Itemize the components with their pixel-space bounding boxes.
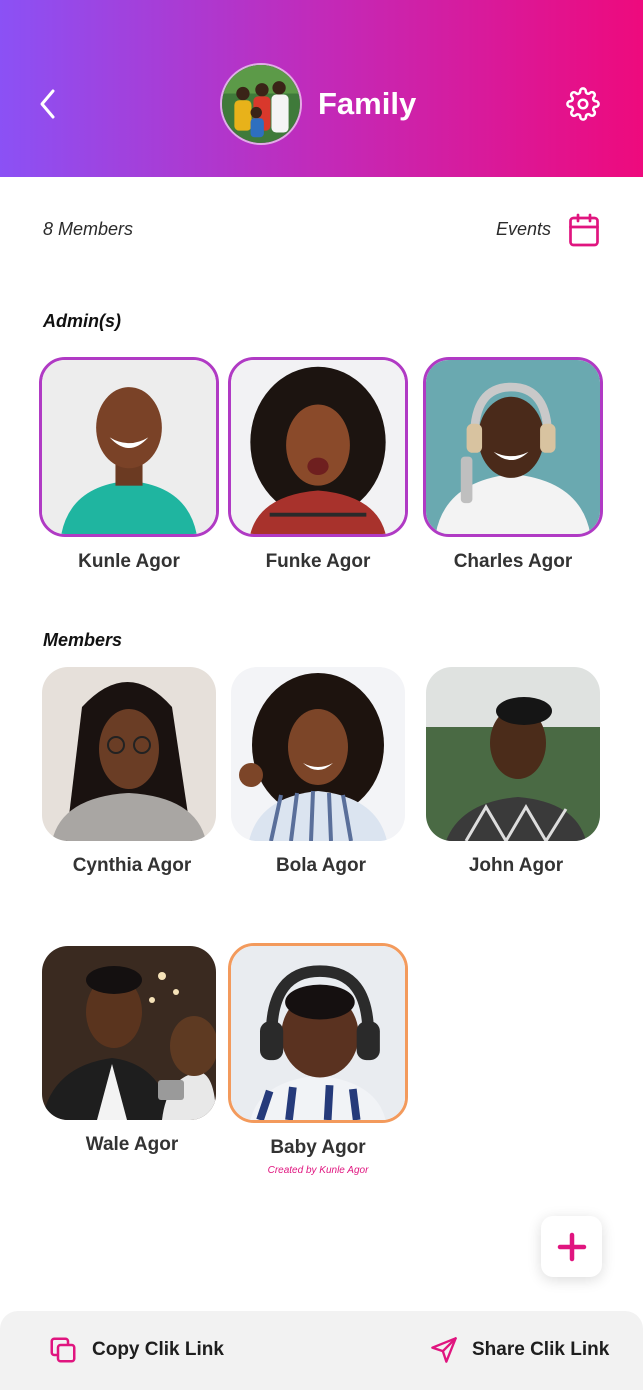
member-photo [228, 357, 408, 537]
member-name: Wale Agor [85, 1134, 179, 1155]
copy-link-label: Copy Clik Link [92, 1339, 224, 1360]
member-card-wale[interactable]: Wale Agor [42, 946, 222, 1156]
members-count: 8 Members [43, 219, 134, 239]
member-name: Funke Agor [265, 551, 371, 572]
member-photo [426, 667, 600, 841]
admin-card-kunle[interactable]: Kunle Agor [39, 357, 219, 573]
created-by-note: Created by Kunle Agor [267, 1165, 369, 1176]
calendar-icon [569, 213, 599, 247]
admin-card-funke[interactable]: Funke Agor [228, 357, 408, 573]
member-card-cynthia[interactable]: Cynthia Agor [42, 667, 222, 877]
member-name: Kunle Agor [78, 551, 180, 572]
share-link-label: Share Clik Link [472, 1339, 610, 1360]
events-button[interactable] [566, 212, 602, 248]
plus-icon [557, 1232, 586, 1261]
send-icon [431, 1337, 457, 1363]
settings-button[interactable] [562, 83, 604, 125]
admins-section-label: Admin(s) [43, 311, 121, 331]
member-photo [231, 667, 405, 841]
copy-link-button[interactable]: Copy Clik Link [48, 1335, 224, 1365]
back-button[interactable] [30, 84, 66, 124]
member-photo [423, 357, 603, 537]
copy-icon [50, 1337, 76, 1363]
add-member-button[interactable] [541, 1216, 602, 1277]
member-name: John Agor [468, 855, 564, 876]
header-bar: Family [0, 0, 643, 177]
member-name: Charles Agor [453, 551, 573, 572]
member-photo [39, 357, 219, 537]
members-section-label: Members [43, 630, 123, 650]
share-link-button[interactable]: Share Clik Link [430, 1335, 609, 1365]
member-photo [228, 943, 408, 1123]
member-card-bola[interactable]: Bola Agor [231, 667, 411, 877]
events-link[interactable]: Events [496, 219, 551, 240]
member-card-baby[interactable]: Baby Agor Created by Kunle Agor [228, 943, 408, 1176]
member-card-john[interactable]: John Agor [426, 667, 606, 877]
group-avatar[interactable] [220, 63, 302, 145]
member-name: Bola Agor [275, 855, 367, 876]
member-name: Baby Agor [270, 1137, 366, 1158]
page-title: Family [318, 86, 417, 121]
gear-icon [566, 87, 600, 121]
member-name: Cynthia Agor [72, 855, 192, 876]
chevron-left-icon [40, 89, 55, 119]
member-photo [42, 667, 216, 841]
admin-card-charles[interactable]: Charles Agor [423, 357, 603, 573]
member-photo [42, 946, 216, 1120]
